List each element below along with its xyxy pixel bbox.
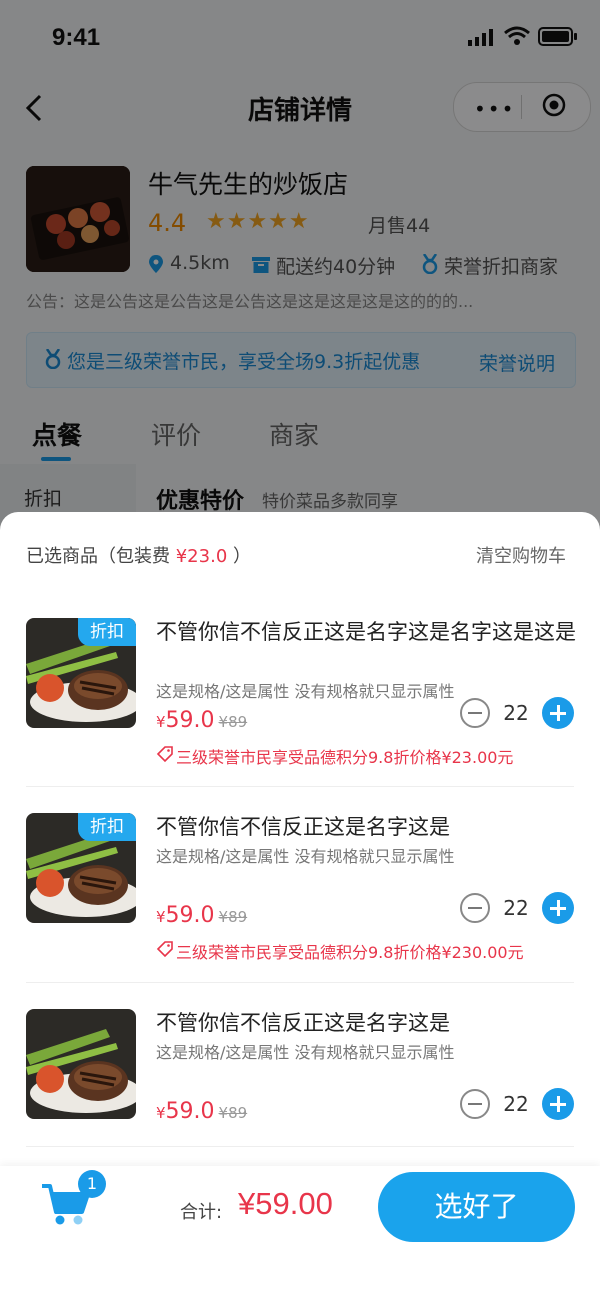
item-spec: 这是规格/这是属性 没有规格就只显示属性 — [156, 847, 455, 866]
decrease-quantity-button[interactable] — [460, 1089, 490, 1119]
total-amount: ¥59.00 — [238, 1186, 333, 1221]
item-spec: 这是规格/这是属性 没有规格就只显示属性 — [156, 1043, 455, 1062]
discount-badge: 折扣 — [78, 813, 136, 841]
increase-quantity-button[interactable] — [542, 1088, 574, 1120]
cart-item: 不管你信不信反正这是名字这是 这是规格/这是属性 没有规格就只显示属性 ¥59.… — [0, 903, 600, 1147]
original-price: ¥89 — [218, 1104, 248, 1122]
item-price: ¥59.0 ¥89 — [156, 1099, 247, 1124]
cart-count-badge: 1 — [78, 1170, 106, 1198]
item-name: 不管你信不信反正这是名字这是 — [156, 1011, 450, 1035]
cart-item: 折扣 不管你信不信反正这是名字这是名字这是这是 这是规格/这是属性 没有规格就只… — [0, 512, 600, 787]
item-divider — [26, 1146, 574, 1147]
total-label: 合计: — [180, 1202, 223, 1223]
discount-badge: 折扣 — [78, 618, 136, 646]
food-image — [26, 1009, 136, 1119]
item-name: 不管你信不信反正这是名字这是 — [156, 815, 450, 839]
currency-symbol: ¥ — [156, 1104, 166, 1122]
checkout-button[interactable]: 选好了 — [378, 1172, 575, 1242]
cart-item: 折扣 不管你信不信反正这是名字这是 这是规格/这是属性 没有规格就只显示属性 ¥… — [0, 707, 600, 983]
item-name: 不管你信不信反正这是名字这是名字这是这是 — [156, 620, 576, 644]
price-value: 59.0 — [165, 1099, 215, 1124]
item-spec: 这是规格/这是属性 没有规格就只显示属性 — [156, 682, 455, 701]
item-quantity[interactable]: 22 — [498, 1092, 534, 1116]
